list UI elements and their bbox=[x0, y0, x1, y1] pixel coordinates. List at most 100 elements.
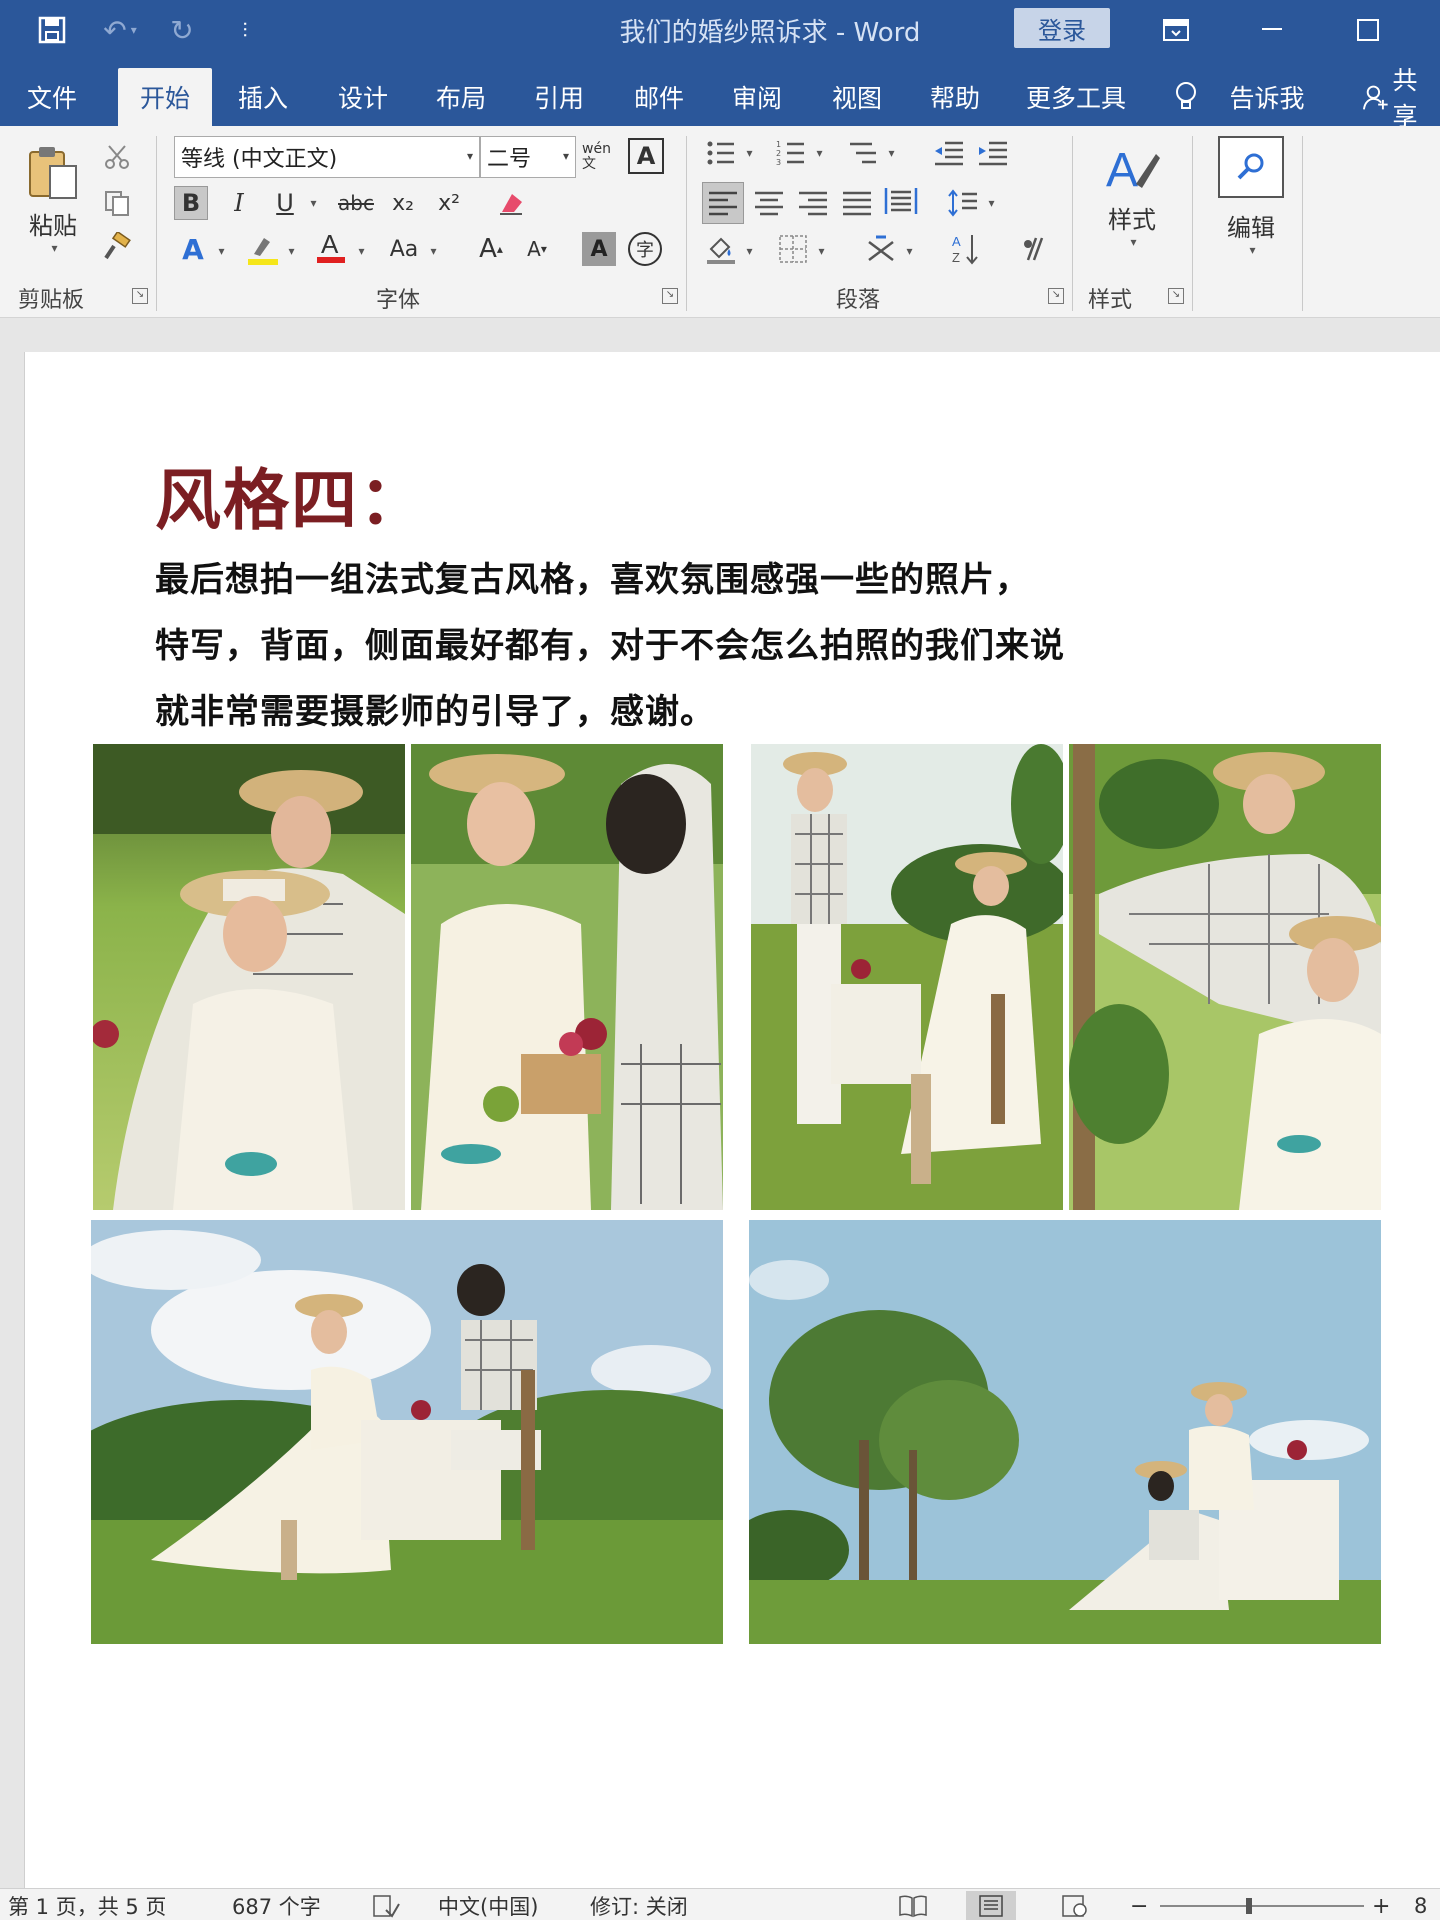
tab-insert[interactable]: 插入 bbox=[218, 68, 308, 126]
word-count[interactable]: 687 个字 bbox=[232, 1891, 321, 1920]
numbering-dropdown-icon[interactable]: ▾ bbox=[810, 142, 826, 164]
customize-toolbar-icon[interactable]: ⫶ bbox=[228, 10, 262, 50]
underline-button[interactable]: U bbox=[268, 186, 302, 220]
multilevel-dropdown-icon[interactable]: ▾ bbox=[882, 142, 898, 164]
tab-references[interactable]: 引用 bbox=[514, 68, 604, 126]
track-changes-status[interactable]: 修订: 关闭 bbox=[590, 1891, 688, 1920]
justify-icon[interactable] bbox=[840, 186, 874, 220]
align-center-icon[interactable] bbox=[752, 186, 786, 220]
read-mode-icon[interactable] bbox=[898, 1891, 928, 1920]
save-icon[interactable] bbox=[30, 10, 74, 50]
align-left-icon[interactable] bbox=[702, 182, 744, 224]
underline-dropdown-icon[interactable]: ▾ bbox=[304, 192, 320, 214]
print-layout-icon[interactable] bbox=[966, 1891, 1016, 1920]
asian-layout-icon[interactable] bbox=[864, 232, 898, 266]
decrease-indent-icon[interactable] bbox=[932, 136, 966, 170]
multilevel-list-icon[interactable] bbox=[846, 136, 880, 170]
shrink-font-button[interactable]: A ▾ bbox=[520, 232, 554, 266]
bullets-dropdown-icon[interactable]: ▾ bbox=[740, 142, 756, 164]
tab-review[interactable]: 审阅 bbox=[712, 68, 802, 126]
undo-icon[interactable]: ↶ ▾ bbox=[90, 10, 150, 50]
zoom-level[interactable]: 8 bbox=[1414, 1891, 1427, 1920]
tab-design[interactable]: 设计 bbox=[318, 68, 408, 126]
wedding-photo-2[interactable] bbox=[411, 744, 723, 1210]
italic-button[interactable]: I bbox=[222, 186, 256, 220]
tell-me-search[interactable]: 告诉我 bbox=[1222, 68, 1312, 126]
tab-mailings[interactable]: 邮件 bbox=[614, 68, 704, 126]
phonetic-guide-button[interactable]: wén文 bbox=[582, 136, 620, 178]
login-button[interactable]: 登录 bbox=[1014, 8, 1110, 48]
ribbon-display-icon[interactable] bbox=[1146, 8, 1206, 52]
grow-font-button[interactable]: A ▴ bbox=[474, 232, 508, 266]
wedding-photo-1[interactable] bbox=[93, 744, 405, 1210]
ribbon-tabs: 文件 开始 插入 设计 布局 引用 邮件 审阅 视图 帮助 更多工具 告诉我 共… bbox=[0, 60, 1440, 131]
tab-help[interactable]: 帮助 bbox=[910, 68, 1000, 126]
lightbulb-icon[interactable] bbox=[1164, 68, 1208, 126]
paragraph-launcher-icon[interactable]: ↘ bbox=[1048, 288, 1064, 304]
format-painter-icon[interactable] bbox=[100, 230, 134, 264]
sort-icon[interactable]: AZ bbox=[950, 232, 984, 266]
increase-indent-icon[interactable] bbox=[976, 136, 1010, 170]
font-color-icon[interactable]: A bbox=[314, 229, 348, 264]
shading-dropdown-icon[interactable]: ▾ bbox=[740, 240, 756, 262]
change-case-dropdown-icon[interactable]: ▾ bbox=[424, 240, 440, 262]
paste-button[interactable]: 粘贴 ▾ bbox=[18, 144, 88, 274]
paste-dropdown-icon[interactable]: ▾ bbox=[51, 241, 57, 255]
font-name-combo[interactable]: 等线 (中文正文) ▾ bbox=[174, 136, 480, 178]
line-spacing-icon[interactable] bbox=[946, 186, 980, 220]
page-count[interactable]: 第 1 页，共 5 页 bbox=[8, 1891, 166, 1920]
maximize-icon[interactable] bbox=[1338, 8, 1398, 52]
zoom-slider[interactable] bbox=[1160, 1891, 1364, 1920]
show-marks-icon[interactable] bbox=[1016, 232, 1050, 266]
bullets-icon[interactable] bbox=[704, 136, 738, 170]
document-page[interactable]: 风格四： 最后想拍一组法式复古风格，喜欢氛围感强一些的照片， 特写，背面，侧面最… bbox=[24, 352, 1440, 1892]
web-layout-icon[interactable] bbox=[1060, 1891, 1090, 1920]
styles-launcher-icon[interactable]: ↘ bbox=[1168, 288, 1184, 304]
borders-dropdown-icon[interactable]: ▾ bbox=[812, 240, 828, 262]
language-status[interactable]: 中文(中国) bbox=[438, 1891, 538, 1920]
highlight-icon[interactable] bbox=[246, 232, 280, 266]
cut-icon[interactable] bbox=[100, 140, 134, 174]
change-case-button[interactable]: Aa bbox=[384, 232, 424, 266]
text-effects-dropdown-icon[interactable]: ▾ bbox=[212, 240, 228, 262]
wedding-photo-6[interactable] bbox=[749, 1220, 1381, 1644]
distributed-icon[interactable] bbox=[884, 184, 918, 218]
tab-view[interactable]: 视图 bbox=[812, 68, 902, 126]
clipboard-launcher-icon[interactable]: ↘ bbox=[132, 288, 148, 304]
character-border-button[interactable]: A bbox=[628, 138, 664, 174]
tab-layout[interactable]: 布局 bbox=[416, 68, 506, 126]
font-size-combo[interactable]: 二号 ▾ bbox=[480, 136, 576, 178]
font-launcher-icon[interactable]: ↘ bbox=[662, 288, 678, 304]
tab-home[interactable]: 开始 bbox=[118, 68, 212, 126]
minimize-icon[interactable] bbox=[1242, 8, 1302, 52]
share-button[interactable]: 共享 bbox=[1362, 66, 1440, 131]
styles-button[interactable]: A 样式 ▾ bbox=[1092, 140, 1172, 270]
zoom-out-icon[interactable]: − bbox=[1130, 1891, 1148, 1920]
clear-formatting-icon[interactable] bbox=[494, 186, 528, 220]
tab-file[interactable]: 文件 bbox=[0, 68, 104, 126]
align-right-icon[interactable] bbox=[796, 186, 830, 220]
line-spacing-dropdown-icon[interactable]: ▾ bbox=[982, 192, 998, 214]
strikethrough-button[interactable]: abc bbox=[336, 186, 376, 220]
superscript-button[interactable]: x² bbox=[432, 186, 466, 220]
wedding-photo-3[interactable] bbox=[751, 744, 1063, 1210]
editing-button[interactable]: 编辑 ▾ bbox=[1210, 136, 1292, 266]
font-color-dropdown-icon[interactable]: ▾ bbox=[352, 240, 368, 262]
tab-more-tools[interactable]: 更多工具 bbox=[1016, 68, 1136, 126]
character-shading-button[interactable]: A bbox=[582, 232, 616, 266]
wedding-photo-4[interactable] bbox=[1069, 744, 1381, 1210]
asian-layout-dropdown-icon[interactable]: ▾ bbox=[900, 240, 916, 262]
numbering-icon[interactable]: 123 bbox=[774, 136, 808, 170]
subscript-button[interactable]: x₂ bbox=[386, 186, 420, 220]
proofing-icon[interactable] bbox=[372, 1891, 400, 1920]
redo-icon[interactable]: ↻ bbox=[160, 10, 204, 50]
wedding-photo-5[interactable] bbox=[91, 1220, 723, 1644]
copy-icon[interactable] bbox=[100, 186, 134, 220]
bold-button[interactable]: B bbox=[174, 186, 208, 220]
borders-icon[interactable] bbox=[776, 232, 810, 266]
enclose-characters-button[interactable]: 字 bbox=[628, 232, 662, 266]
paragraph-shading-icon[interactable] bbox=[704, 232, 738, 266]
text-effects-icon[interactable]: A bbox=[176, 232, 210, 266]
zoom-in-icon[interactable]: + bbox=[1372, 1891, 1390, 1920]
highlight-dropdown-icon[interactable]: ▾ bbox=[282, 240, 298, 262]
